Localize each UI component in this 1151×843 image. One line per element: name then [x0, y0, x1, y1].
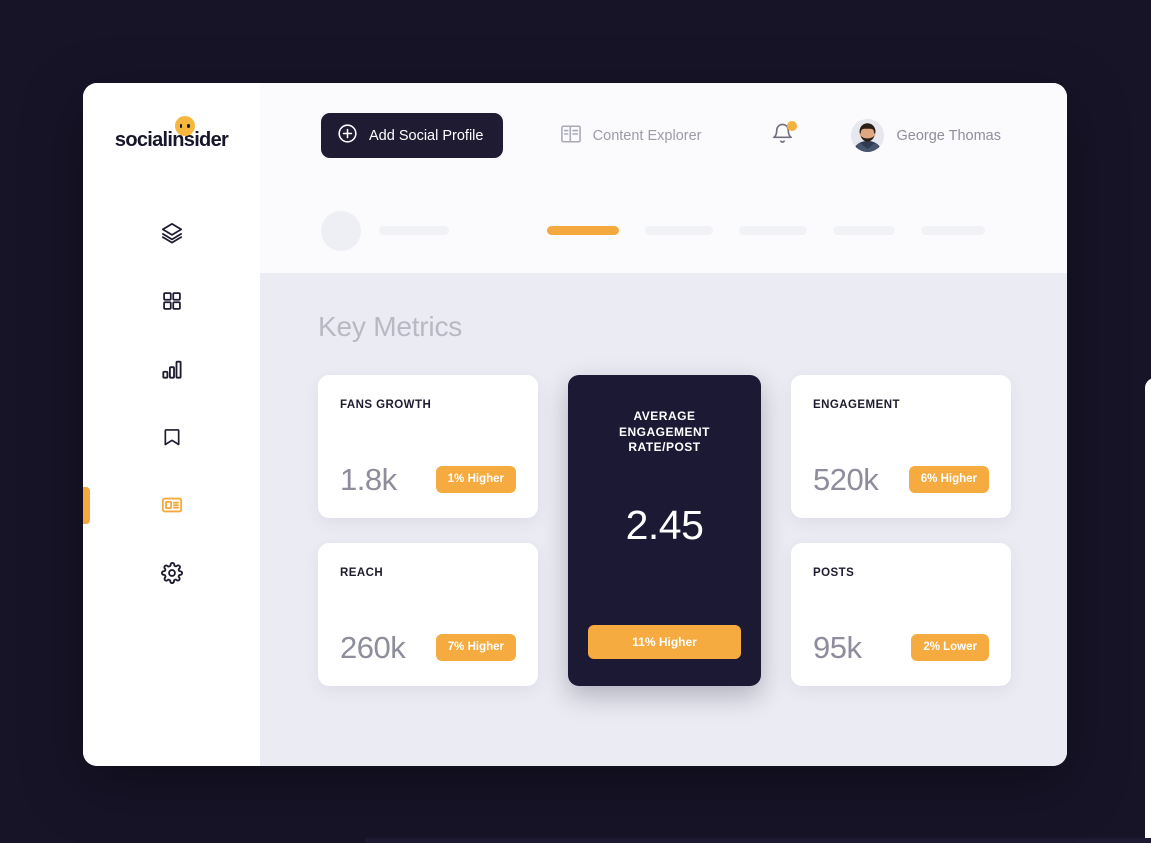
- logo-text: socialinsider: [114, 128, 229, 151]
- sidebar-item-layers[interactable]: [83, 217, 260, 249]
- sidebar: socialinsider: [83, 83, 260, 766]
- grid-icon: [162, 291, 182, 311]
- add-social-profile-label: Add Social Profile: [369, 127, 484, 144]
- plus-circle-icon: [337, 123, 358, 148]
- metric-footer: 260k 7% Higher: [340, 632, 516, 686]
- metric-card-posts[interactable]: POSTS 95k 2% Lower: [791, 543, 1011, 686]
- tab-placeholder-4[interactable]: [833, 226, 895, 235]
- adjacent-window-edge: [1145, 378, 1151, 843]
- tab-placeholder-3[interactable]: [739, 226, 807, 235]
- sidebar-item-reports[interactable]: [83, 487, 260, 524]
- sidebar-item-analytics[interactable]: [83, 353, 260, 385]
- main-content: Key Metrics FANS GROWTH 1.8k 1% Higher A…: [260, 273, 1067, 766]
- background-bottom-strip: [365, 838, 1151, 843]
- metric-card-average-engagement-rate-per-post[interactable]: AVERAGE ENGAGEMENT RATE/POST 2.45 11% Hi…: [568, 375, 761, 686]
- top-bar-right-group: Content Explorer George Thomas: [560, 119, 1067, 152]
- sidebar-item-saved[interactable]: [83, 421, 260, 453]
- top-bar: Add Social Profile Content Explorer Geor…: [260, 83, 1067, 188]
- metric-footer: 1.8k 1% Higher: [340, 464, 516, 518]
- app-window: socialinsider Add Social Profile Content…: [83, 83, 1067, 766]
- sidebar-item-dashboard[interactable]: [83, 285, 260, 317]
- layers-icon: [161, 222, 183, 244]
- news-card-icon: [161, 494, 183, 516]
- metric-label: AVERAGE ENGAGEMENT RATE/POST: [618, 409, 710, 455]
- profile-tabs-placeholder-row: [260, 188, 1067, 273]
- avatar: [851, 119, 885, 152]
- metric-label: ENGAGEMENT: [813, 399, 900, 411]
- profile-avatar-placeholder: [321, 210, 361, 251]
- user-name-label: George Thomas: [896, 127, 1001, 144]
- metric-footer: 520k 6% Higher: [813, 464, 989, 518]
- metric-delta-badge[interactable]: 11% Higher: [588, 625, 741, 659]
- gear-icon: [160, 562, 183, 584]
- bar-chart-icon: [161, 358, 183, 380]
- logo-emoji-badge: [174, 116, 195, 136]
- key-metrics-grid: FANS GROWTH 1.8k 1% Higher AVERAGE ENGAG…: [318, 375, 1011, 686]
- add-social-profile-button[interactable]: Add Social Profile: [321, 113, 504, 158]
- notifications-button[interactable]: [771, 120, 798, 150]
- tab-placeholder-2[interactable]: [645, 226, 713, 235]
- content-explorer-button[interactable]: Content Explorer: [560, 124, 702, 148]
- metric-card-fans-growth[interactable]: FANS GROWTH 1.8k 1% Higher: [318, 375, 538, 518]
- bookmark-icon: [162, 426, 182, 448]
- tabs-placeholder-group: [547, 226, 985, 235]
- metric-card-engagement[interactable]: ENGAGEMENT 520k 6% Higher: [791, 375, 1011, 518]
- metric-value: 1.8k: [340, 462, 397, 497]
- metric-value: 260k: [340, 630, 406, 665]
- metric-delta-badge[interactable]: 7% Higher: [435, 633, 516, 662]
- app-logo[interactable]: socialinsider: [83, 116, 260, 155]
- sidebar-active-indicator: [83, 487, 90, 524]
- metric-delta-badge[interactable]: 6% Higher: [908, 465, 989, 494]
- sidebar-nav: [83, 217, 260, 589]
- tab-placeholder-5[interactable]: [921, 226, 985, 235]
- notification-badge-dot: [787, 120, 798, 131]
- page-title: Key Metrics: [318, 311, 463, 342]
- content-explorer-label: Content Explorer: [592, 127, 702, 144]
- user-menu[interactable]: George Thomas: [851, 119, 1001, 152]
- metric-label: REACH: [340, 567, 384, 579]
- content-column: Add Social Profile Content Explorer Geor…: [260, 83, 1067, 766]
- metric-delta-badge[interactable]: 1% Higher: [435, 465, 516, 494]
- metric-label: FANS GROWTH: [340, 399, 432, 411]
- metric-value: 520k: [813, 462, 879, 497]
- metric-delta-badge[interactable]: 2% Lower: [911, 633, 989, 662]
- metric-footer: 95k 2% Lower: [813, 632, 989, 686]
- content-explorer-icon: [560, 124, 582, 148]
- profile-name-placeholder: [379, 226, 449, 235]
- metric-label: POSTS: [813, 567, 855, 579]
- metric-card-reach[interactable]: REACH 260k 7% Higher: [318, 543, 538, 686]
- metric-value: 2.45: [625, 501, 704, 548]
- metric-value: 95k: [813, 630, 862, 665]
- sidebar-item-settings[interactable]: [83, 557, 260, 589]
- tab-placeholder-1[interactable]: [547, 226, 619, 235]
